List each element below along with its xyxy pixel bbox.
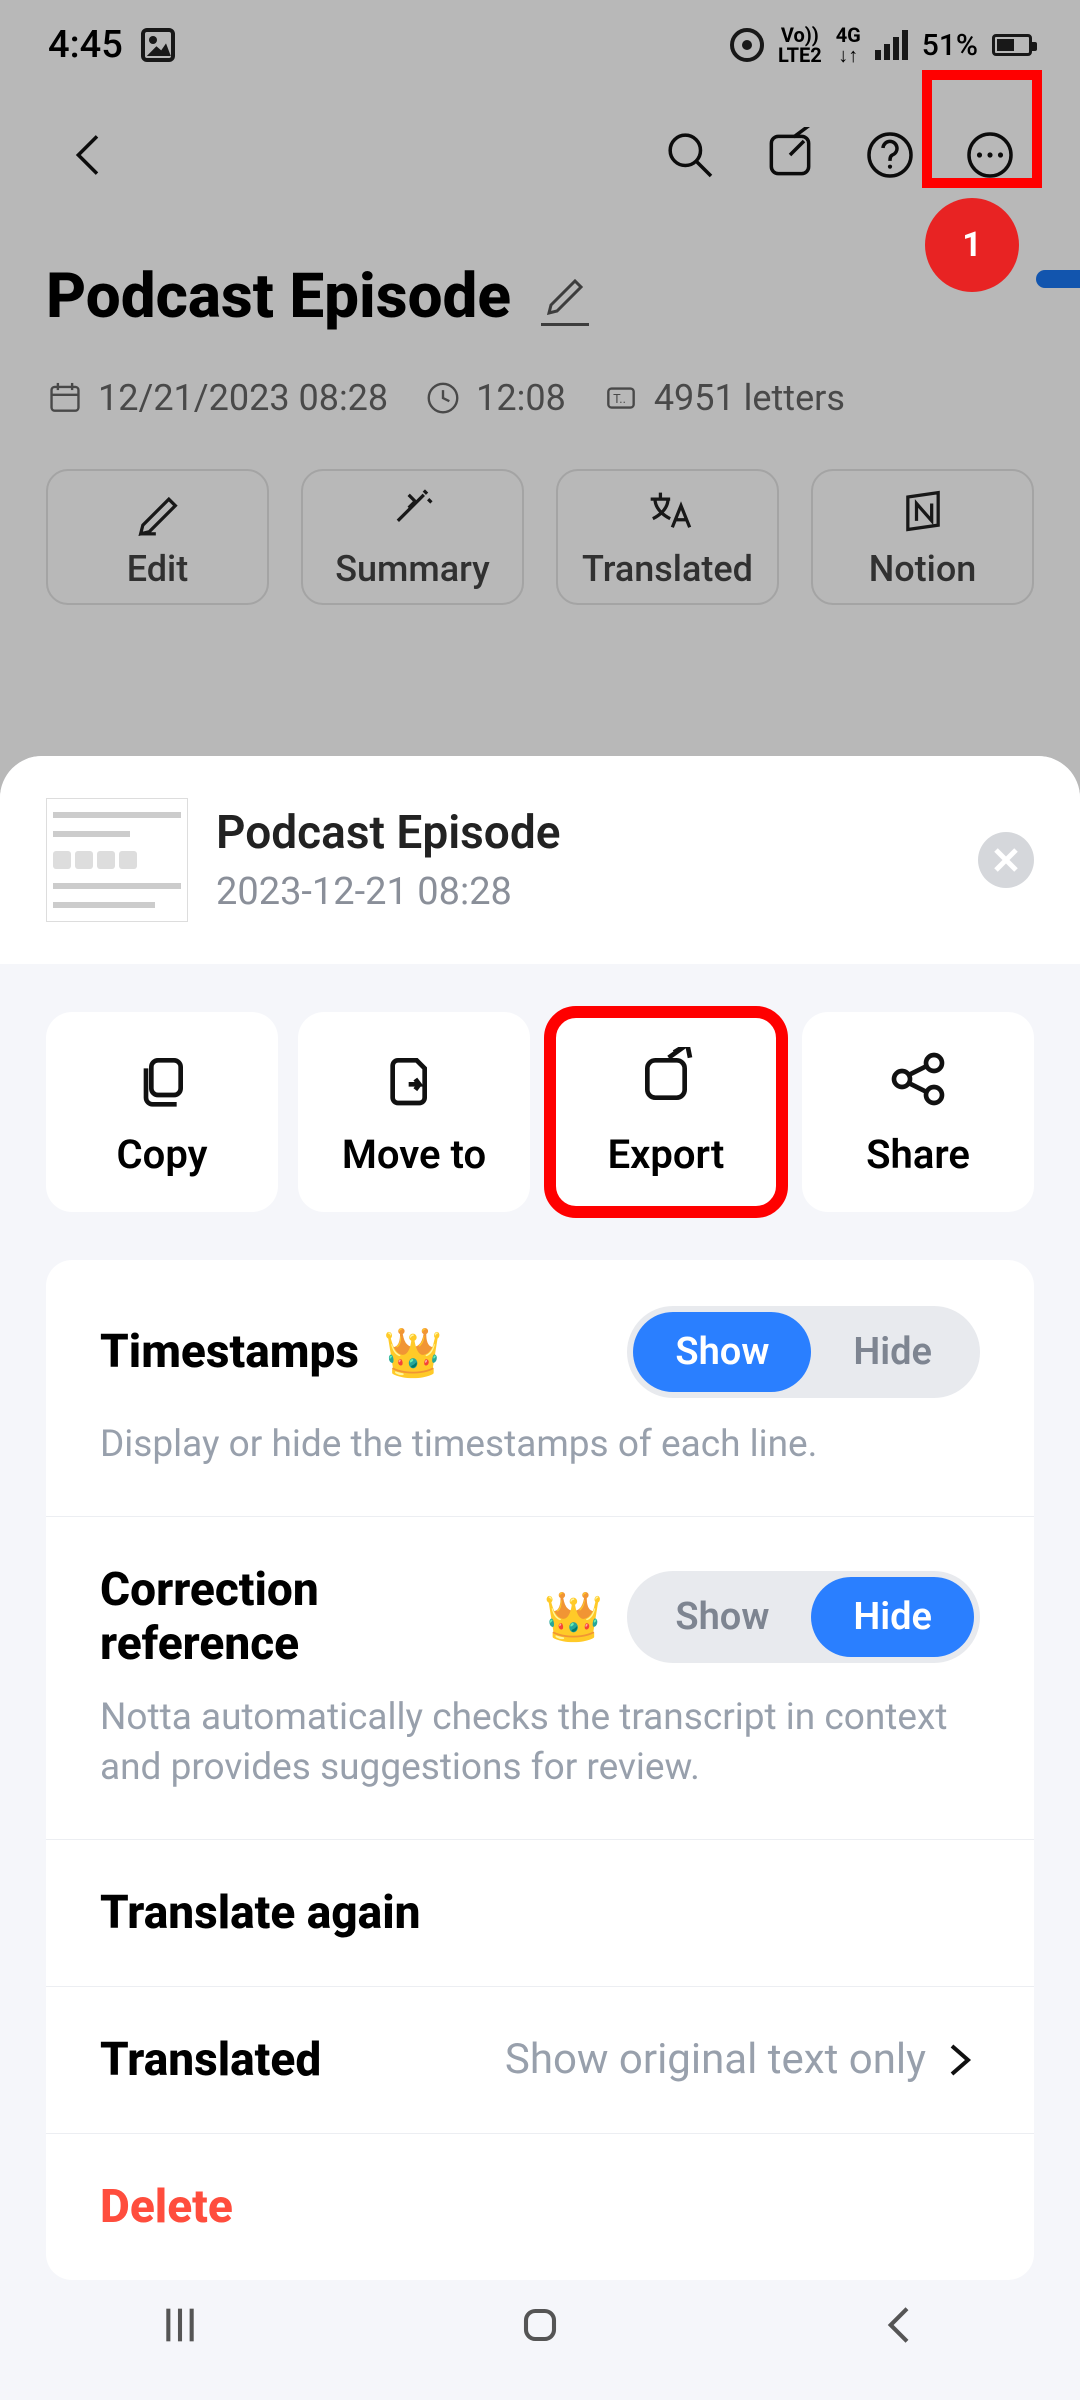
- hotspot-icon: [730, 28, 764, 62]
- correction-hide[interactable]: Hide: [811, 1577, 974, 1657]
- sheet-title: Podcast Episode: [216, 806, 560, 860]
- system-nav-bar: [0, 2250, 1080, 2400]
- chip-edit[interactable]: Edit: [46, 469, 269, 605]
- correction-show[interactable]: Show: [633, 1577, 811, 1657]
- battery-icon: [992, 34, 1032, 56]
- data-indicator: 4G↓↑: [836, 25, 861, 65]
- chip-row: Edit Summary Translated Notion: [0, 469, 1080, 605]
- sheet-header: Podcast Episode 2023-12-21 08:28: [0, 756, 1080, 964]
- title-row: Podcast Episode: [0, 220, 1080, 359]
- sheet-settings: Timestamps 👑 Show Hide Display or hide t…: [46, 1260, 1034, 2280]
- timestamps-toggle: Show Hide: [627, 1306, 980, 1398]
- battery-percent: 51%: [922, 28, 978, 63]
- search-button[interactable]: [640, 105, 740, 205]
- status-time: 4:45: [48, 23, 123, 67]
- more-menu-button[interactable]: [940, 105, 1040, 205]
- delete-label: Delete: [100, 2180, 233, 2234]
- timestamps-title: Timestamps: [100, 1325, 359, 1379]
- chip-translated[interactable]: Translated: [556, 469, 779, 605]
- options-sheet: Podcast Episode 2023-12-21 08:28 Copy Mo…: [0, 756, 1080, 2400]
- action-export[interactable]: Export: [550, 1012, 782, 1212]
- svg-text:T..: T..: [613, 392, 626, 407]
- document-thumbnail: [46, 798, 188, 922]
- correction-toggle: Show Hide: [627, 1571, 980, 1663]
- nav-back[interactable]: [840, 2285, 960, 2365]
- rename-button[interactable]: [541, 267, 589, 326]
- volte-indicator: Vo))LTE2: [778, 25, 822, 65]
- meta-duration: 12:08: [424, 377, 566, 419]
- correction-desc: Notta automatically checks the transcrip…: [100, 1693, 980, 1793]
- chip-summary[interactable]: Summary: [301, 469, 524, 605]
- action-move-to[interactable]: Move to: [298, 1012, 530, 1212]
- action-share[interactable]: Share: [802, 1012, 1034, 1212]
- setting-correction: Correction reference 👑 Show Hide Notta a…: [46, 1517, 1034, 1840]
- nav-recents[interactable]: [120, 2285, 240, 2365]
- action-copy[interactable]: Copy: [46, 1012, 278, 1212]
- timestamps-hide[interactable]: Hide: [811, 1312, 974, 1392]
- help-button[interactable]: [840, 105, 940, 205]
- compose-button[interactable]: [740, 105, 840, 205]
- setting-timestamps: Timestamps 👑 Show Hide Display or hide t…: [46, 1260, 1034, 1517]
- signal-icon: [875, 30, 908, 60]
- setting-translated[interactable]: Translated Show original text only: [46, 1987, 1034, 2134]
- sheet-subtitle: 2023-12-21 08:28: [216, 870, 560, 914]
- scroll-indicator[interactable]: [1036, 270, 1080, 288]
- sheet-actions: Copy Move to Export Share: [0, 964, 1080, 1260]
- chevron-right-icon: [940, 2040, 980, 2080]
- premium-icon: 👑: [544, 1588, 604, 1645]
- translated-value: Show original text only: [505, 2035, 980, 2084]
- timestamps-show[interactable]: Show: [633, 1312, 811, 1392]
- setting-translate-again[interactable]: Translate again: [46, 1840, 1034, 1987]
- page-title: Podcast Episode: [46, 260, 511, 333]
- close-sheet-button[interactable]: [978, 832, 1034, 888]
- back-button[interactable]: [40, 105, 140, 205]
- nav-home[interactable]: [480, 2285, 600, 2365]
- premium-icon: 👑: [383, 1324, 443, 1381]
- timestamps-desc: Display or hide the timestamps of each l…: [100, 1420, 980, 1470]
- status-bar: 4:45 Vo))LTE2 4G↓↑ 51%: [0, 0, 1080, 90]
- meta-letters: T.. 4951 letters: [602, 377, 845, 419]
- app-bar: [0, 90, 1080, 220]
- meta-date: 12/21/2023 08:28: [46, 377, 388, 419]
- meta-row: 12/21/2023 08:28 12:08 T.. 4951 letters: [0, 359, 1080, 469]
- translated-title: Translated: [100, 2033, 321, 2087]
- chip-notion[interactable]: Notion: [811, 469, 1034, 605]
- screenshot-icon: [141, 28, 175, 62]
- correction-title: Correction reference: [100, 1563, 520, 1671]
- translate-again-title: Translate again: [100, 1886, 421, 1940]
